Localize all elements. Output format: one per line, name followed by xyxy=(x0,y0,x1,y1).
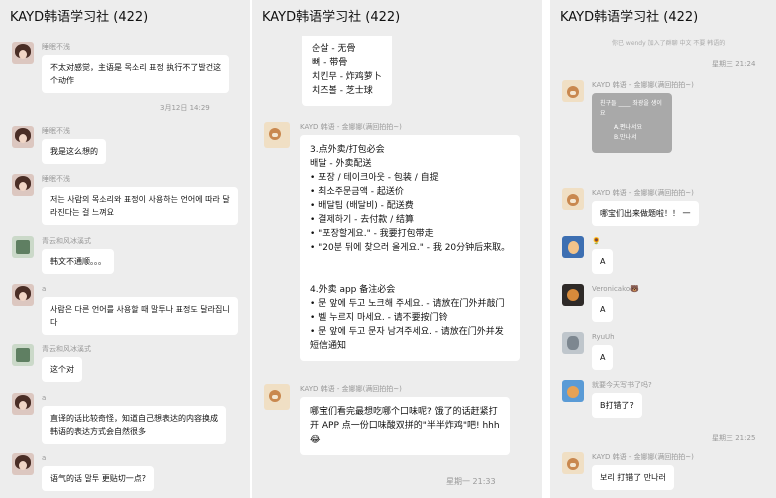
avatar[interactable] xyxy=(562,452,584,474)
timestamp: 星期一 21:33 xyxy=(446,477,496,486)
message-bubble[interactable]: 저는 사람의 목소리와 표정이 사용하는 언어에 따라 달 라진다는 걸 느껴요 xyxy=(42,187,238,225)
message: RyuUh A xyxy=(562,332,615,370)
avatar[interactable] xyxy=(12,236,34,258)
sender-name: a xyxy=(42,394,47,402)
sender-name: 就要今天写书了吗? xyxy=(592,381,652,389)
sender-name: KAYD 韩语 - 金娜娜(满回拍拍~) xyxy=(300,385,402,393)
avatar[interactable] xyxy=(12,174,34,196)
message-bubble[interactable]: 不太对感觉，主语是 목소리 표정 执行不了발건这 个动作 xyxy=(42,55,230,93)
sender-name: 🌻 xyxy=(592,237,601,245)
message-bubble[interactable]: 这个对 xyxy=(42,357,82,382)
avatar[interactable] xyxy=(12,344,34,366)
message-bubble[interactable]: 보리 打错了 만나러 xyxy=(592,465,674,490)
avatar[interactable] xyxy=(12,284,34,306)
sender-name: KAYD 韩语 - 金娜娜(满回拍拍~) xyxy=(592,81,694,89)
sender-name: KAYD 韩语 - 金娜娜(满回拍拍~) xyxy=(592,453,694,461)
avatar[interactable] xyxy=(12,393,34,415)
sender-name: 睡眠不浅 xyxy=(42,43,70,51)
message: 睡眠不浅 저는 사람의 목소리와 표정이 사용하는 언어에 따라 달 라진다는 … xyxy=(12,174,238,225)
message-bubble[interactable]: A xyxy=(592,297,614,322)
message-bubble[interactable]: A xyxy=(592,345,614,370)
message: KAYD 韩语 - 金娜娜(满回拍拍~) 哪宝们出来做题啦！！ 一 xyxy=(562,188,699,226)
message-bubble[interactable]: 사람은 다른 언어를 사용할 때 말투나 표정도 달라집니 다 xyxy=(42,297,238,335)
message-bubble[interactable]: 直译的话比较奇怪，知道自己想表达的内容换成 韩语的表达方式会自然很多 xyxy=(42,406,226,444)
avatar[interactable] xyxy=(562,80,584,102)
message-bubble[interactable]: 3.点外卖/打包必会 배달 - 外卖配送 • 포장 / 테이크아웃 - 包装 /… xyxy=(300,135,521,361)
avatar[interactable] xyxy=(562,380,584,402)
sender-name: 青云和风冰溪式 xyxy=(42,237,91,245)
avatar[interactable] xyxy=(12,42,34,64)
message: a 语气的话 말투 更贴切一点? xyxy=(12,453,155,491)
chat-title: KAYD韩语学习社 (422) xyxy=(0,0,250,36)
chat-panel-right: KAYD韩语学习社 (422) 你已 wendy 加入了群聊 中文 不要 韩语的… xyxy=(550,0,776,498)
sender-name: 青云和风冰溪式 xyxy=(42,345,91,353)
avatar[interactable] xyxy=(264,384,290,410)
chat-title: KAYD韩语学习社 (422) xyxy=(252,0,542,36)
message: 睡眠不浅 我是这么想的 xyxy=(12,126,106,164)
sender-name: KAYD 韩语 - 金娜娜(满回拍拍~) xyxy=(300,123,402,131)
avatar[interactable] xyxy=(562,332,584,354)
sender-name: RyuUh xyxy=(592,333,615,341)
avatar[interactable] xyxy=(562,284,584,306)
sender-name: 睡眠不浅 xyxy=(42,127,70,135)
chat-panel-middle: 순살 - 无骨 뼈 - 带骨 치킨무 - 炸鸡萝卜 치즈볼 - 芝士球 KAYD… xyxy=(252,0,542,498)
message: KAYD 韩语 - 金娜娜(满回拍拍~) 친구들 ____ 좌광을 생이요 A.… xyxy=(562,80,694,153)
timestamp: 星期三 21:24 xyxy=(712,60,756,68)
message-bubble[interactable]: A xyxy=(592,249,614,274)
message: KAYD 韩语 - 金娜娜(满回拍拍~) 보리 打错了 만나러 xyxy=(562,452,694,490)
message: 青云和风冰溪式 韩文不通顺。。。 xyxy=(12,236,114,274)
message: 🌻 A xyxy=(562,236,614,274)
sender-name: KAYD 韩语 - 金娜娜(满回拍拍~) xyxy=(592,189,694,197)
message-bubble[interactable]: 我是这么想的 xyxy=(42,139,106,164)
message-bubble[interactable]: B打错了? xyxy=(592,393,642,418)
timestamp: 3月12日 14:29 xyxy=(160,104,210,112)
message-bubble[interactable]: 语气的话 말투 更贴切一点? xyxy=(42,466,155,491)
quiz-option: A.편나서요 xyxy=(614,124,642,131)
message: Veronicako🐻 A xyxy=(562,284,639,322)
message-bubble[interactable]: 순살 - 无骨 뼈 - 带骨 치킨무 - 炸鸡萝卜 치즈볼 - 芝士球 xyxy=(302,34,392,106)
chat-panel-left: KAYD韩语学习社 (422) 睡眠不浅 不太对感觉，主语是 목소리 표정 执行… xyxy=(0,0,250,498)
message: 青云和风冰溪式 这个对 xyxy=(12,344,91,382)
message: a 사람은 다른 언어를 사용할 때 말투나 표정도 달라집니 다 xyxy=(12,284,238,335)
message: 睡眠不浅 不太对感觉，主语是 목소리 표정 执行不了발건这 个动作 xyxy=(12,42,230,93)
quiz-question: 친구들 ____ 좌광을 생이요 xyxy=(600,100,662,117)
avatar[interactable] xyxy=(12,126,34,148)
message: KAYD 韩语 - 金娜娜(满回拍拍~) 哪宝们看完最想吃哪个口味呢? 饿了的话… xyxy=(264,384,510,455)
message-bubble[interactable]: 哪宝们出来做题啦！！ 一 xyxy=(592,201,699,226)
sender-name: Veronicako🐻 xyxy=(592,285,639,293)
avatar[interactable] xyxy=(264,122,290,148)
sender-name: a xyxy=(42,285,47,293)
message-bubble[interactable]: 韩文不通顺。。。 xyxy=(42,249,114,274)
timestamp: 星期三 21:25 xyxy=(712,434,756,442)
message: a 直译的话比较奇怪，知道自己想表达的内容换成 韩语的表达方式会自然很多 xyxy=(12,393,226,444)
sender-name: a xyxy=(42,454,47,462)
avatar[interactable] xyxy=(562,236,584,258)
quiz-option: B.만나서 xyxy=(614,134,637,141)
message: KAYD 韩语 - 金娜娜(满回拍拍~) 3.点外卖/打包必会 배달 - 外卖配… xyxy=(264,122,521,361)
system-notice: 你已 wendy 加入了群聊 中文 不要 韩语的 xyxy=(612,40,726,47)
message-bubble[interactable]: 哪宝们看完最想吃哪个口味呢? 饿了的话赶紧打 开 APP 点一份口味酸双拼的"半… xyxy=(300,397,510,455)
avatar[interactable] xyxy=(12,453,34,475)
message: 就要今天写书了吗? B打错了? xyxy=(562,380,652,418)
avatar[interactable] xyxy=(562,188,584,210)
sender-name: 睡眠不浅 xyxy=(42,175,70,183)
quiz-image[interactable]: 친구들 ____ 좌광을 생이요 A.편나서요 B.만나서 xyxy=(592,93,672,153)
chat-title: KAYD韩语学习社 (422) xyxy=(550,0,776,36)
